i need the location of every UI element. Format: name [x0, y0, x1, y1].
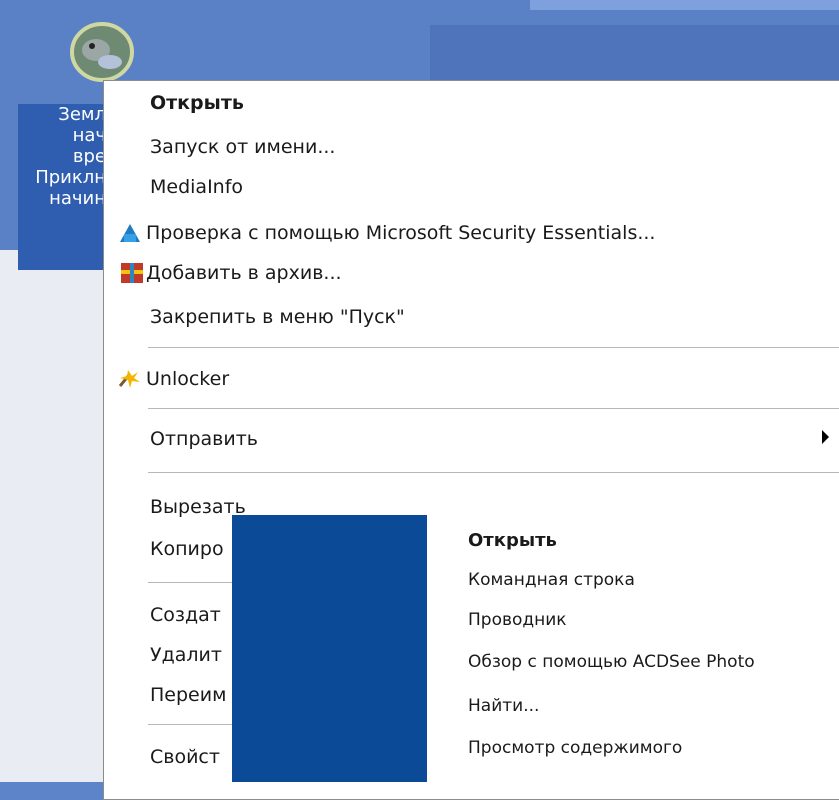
folder-menu-item-command-prompt[interactable]: Командная строка [468, 570, 635, 590]
icon-label-line: нач [72, 125, 106, 146]
desktop-icon-earth[interactable] [66, 20, 138, 84]
menu-separator [148, 472, 839, 473]
unlocker-icon [116, 366, 140, 388]
menu-sidebar-block [232, 515, 427, 782]
submenu-arrow-icon [822, 430, 829, 444]
folder-menu-item-explorer[interactable]: Проводник [468, 610, 567, 630]
menu-item-copy[interactable]: Копиро [150, 538, 224, 560]
menu-item-open[interactable]: Открыть [150, 92, 244, 114]
menu-item-properties[interactable]: Свойст [150, 746, 220, 768]
menu-item-send-to[interactable]: Отправить [150, 428, 258, 450]
icon-label-line: Земл [58, 104, 106, 125]
window-edge [530, 0, 839, 10]
menu-separator [148, 408, 839, 409]
earth-app-icon [70, 22, 134, 82]
background-window [0, 250, 110, 782]
desktop-icon-label[interactable]: Земл нач вре Приклн начин [18, 104, 110, 270]
menu-item-rename[interactable]: Переим [150, 684, 226, 706]
background-panel [430, 25, 839, 85]
folder-menu-item-find[interactable]: Найти... [468, 696, 539, 716]
archive-icon [120, 262, 144, 284]
menu-item-scan[interactable]: Проверка с помощью Microsoft Security Es… [146, 222, 655, 244]
folder-menu-item-open[interactable]: Открыть [468, 530, 557, 551]
menu-item-pin-start[interactable]: Закрепить в меню "Пуск" [150, 306, 405, 328]
icon-label-line: начин [49, 188, 106, 209]
menu-item-create-shortcut[interactable]: Создат [150, 604, 221, 626]
icon-label-line: Приклн [35, 167, 106, 188]
folder-menu-item-view-contents[interactable]: Просмотр содержимого [468, 738, 682, 758]
icon-label-line: вре [72, 146, 106, 167]
security-essentials-icon [118, 222, 142, 244]
menu-item-unlocker[interactable]: Unlocker [146, 368, 229, 390]
menu-item-add-archive[interactable]: Добавить в архив... [146, 262, 342, 284]
folder-menu-item-acdsee[interactable]: Обзор с помощью ACDSee Photo [468, 652, 755, 672]
menu-separator [148, 347, 839, 348]
menu-item-mediainfo[interactable]: MediaInfo [150, 176, 243, 198]
menu-item-delete[interactable]: Удалит [150, 644, 222, 666]
menu-item-run-as[interactable]: Запуск от имени... [150, 136, 335, 158]
